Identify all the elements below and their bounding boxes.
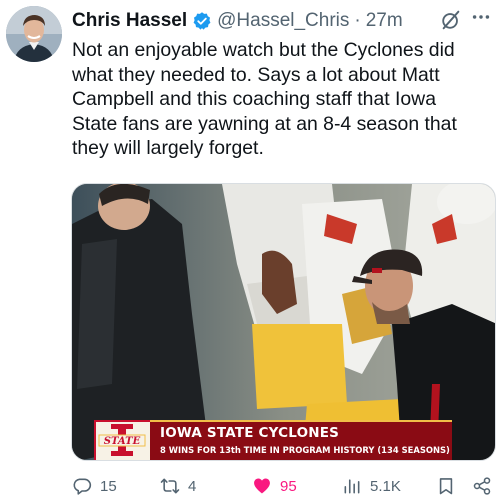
reply-count: 15 (100, 477, 117, 495)
repost-count: 4 (188, 477, 197, 495)
bookmark-icon (439, 478, 453, 495)
tweet-text-line: Campbell and this coaching staff that Io… (72, 88, 436, 110)
tweet-text-line: they will largely forget. (72, 137, 264, 159)
lower-third-bar: IOWA STATE CYCLONES 8 WINS FOR 13th TIME… (150, 420, 452, 460)
more-icon[interactable] (470, 6, 492, 28)
bookmark-button[interactable] (436, 474, 464, 498)
reply-button[interactable]: 15 (72, 474, 117, 498)
tweet-text-line: what they needed to. Says a lot about Ma… (72, 63, 440, 86)
broadcast-lower-third: STATE IOWA STATE CYCLONES 8 WINS FOR 13t… (94, 420, 452, 460)
reply-icon (73, 478, 92, 495)
tweet-actions: 15 4 95 5.1K (72, 474, 496, 500)
repost-button[interactable]: 4 (160, 474, 196, 498)
logo-text: STATE (104, 436, 141, 447)
views-count: 5.1K (370, 477, 401, 495)
share-icon (473, 477, 491, 495)
views-button[interactable]: 5.1K (342, 474, 401, 498)
avatar[interactable] (6, 6, 62, 62)
like-count: 95 (280, 477, 297, 495)
tweet-text: Not an enjoyable watch but the Cyclones … (72, 38, 490, 161)
like-button[interactable]: 95 (252, 474, 297, 498)
verified-badge-icon (193, 12, 211, 30)
lower-third-subtitle: 8 WINS FOR 13th TIME IN PROGRAM HISTORY … (160, 445, 450, 455)
views-icon (344, 479, 360, 494)
grok-icon[interactable] (440, 9, 462, 31)
author-handle[interactable]: @Hassel_Chris (217, 10, 349, 32)
tweet-header: Chris Hassel @Hassel_Chris · 27m (72, 8, 490, 34)
author-name[interactable]: Chris Hassel (72, 10, 187, 32)
lower-third-title: IOWA STATE CYCLONES (160, 425, 340, 441)
like-icon (254, 478, 270, 494)
share-button[interactable] (472, 474, 496, 498)
tweet-text-line: State fans are yawning at an 8-4 season … (72, 112, 457, 135)
separator-dot: · (354, 10, 361, 31)
iowa-state-logo-mark: STATE (98, 424, 146, 456)
tweet-text-line: Not an enjoyable watch but the Cyclones … (72, 39, 455, 61)
tweet-media-image[interactable]: STATE IOWA STATE CYCLONES 8 WINS FOR 13t… (71, 183, 496, 461)
repost-icon (160, 478, 180, 494)
tweet-timestamp[interactable]: 27m (366, 10, 403, 32)
iowa-state-logo: STATE (94, 420, 152, 460)
